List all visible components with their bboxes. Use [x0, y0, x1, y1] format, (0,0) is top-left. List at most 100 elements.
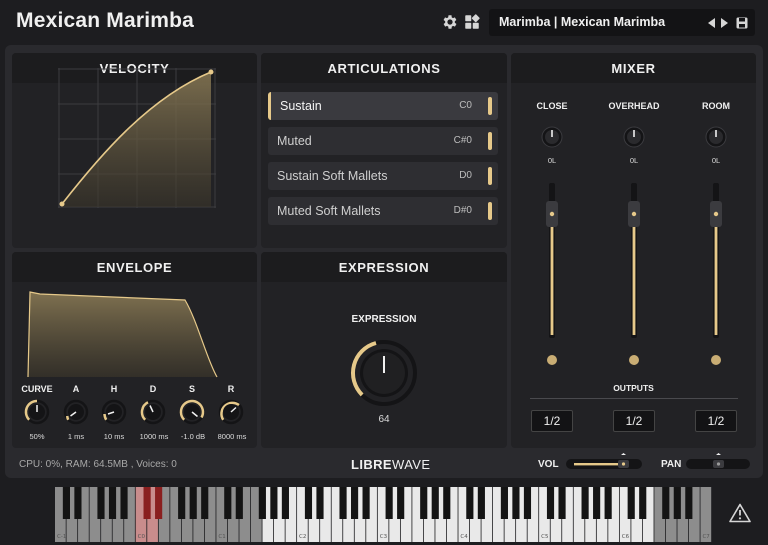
- mixer-title: MIXER: [511, 53, 756, 83]
- articulation-muted[interactable]: Muted C#0: [268, 127, 498, 155]
- logo-light: WAVE: [392, 457, 431, 472]
- articulation-sustain-soft-mallets[interactable]: Sustain Soft Mallets D0: [268, 162, 498, 190]
- room-pan-value: 0L: [711, 156, 721, 165]
- envelope-title: ENVELOPE: [12, 252, 257, 282]
- curve-knob[interactable]: [24, 399, 50, 425]
- black-key[interactable]: [523, 487, 532, 519]
- black-key[interactable]: [431, 487, 439, 519]
- envelope-panel: ENVELOPE CURVE A H D S R 50% 1 ms 10 ms …: [12, 252, 257, 448]
- articulation-sustain[interactable]: Sustain C0: [268, 92, 498, 120]
- black-key[interactable]: [604, 487, 612, 519]
- close-output-select[interactable]: 1/2: [531, 410, 573, 432]
- triangle-right-icon[interactable]: [717, 16, 731, 30]
- black-key[interactable]: [558, 487, 566, 519]
- black-key[interactable]: [74, 487, 82, 519]
- room-volume-fader[interactable]: [706, 183, 726, 338]
- black-key[interactable]: [120, 487, 128, 519]
- black-key[interactable]: [512, 487, 520, 519]
- overhead-mute-button[interactable]: [628, 354, 640, 366]
- black-key[interactable]: [235, 487, 243, 519]
- black-key[interactable]: [662, 487, 670, 519]
- room-pan-knob[interactable]: [704, 125, 728, 149]
- room-output-select[interactable]: 1/2: [695, 410, 737, 432]
- warning-icon[interactable]: [729, 503, 751, 523]
- black-key[interactable]: [466, 487, 474, 519]
- black-key[interactable]: [189, 487, 197, 519]
- black-key[interactable]: [178, 487, 186, 519]
- articulation-keyswitch: D0: [459, 170, 472, 181]
- black-key[interactable]: [143, 487, 151, 519]
- articulation-keyswitch: C#0: [453, 135, 472, 146]
- master-volume-slider[interactable]: [565, 453, 643, 473]
- black-key[interactable]: [500, 487, 508, 519]
- channel-overhead-label: OVERHEAD: [608, 101, 660, 111]
- master-pan-slider[interactable]: [685, 453, 751, 473]
- save-icon[interactable]: [735, 16, 749, 30]
- octave-label: C3: [380, 534, 388, 540]
- black-key[interactable]: [673, 487, 681, 519]
- release-knob[interactable]: [218, 399, 244, 425]
- release-value: 8000 ms: [217, 432, 247, 441]
- black-key[interactable]: [258, 487, 266, 519]
- decay-knob[interactable]: [140, 399, 166, 425]
- black-key[interactable]: [581, 487, 589, 519]
- sustain-label: S: [188, 384, 195, 394]
- articulation-indicator: [488, 97, 492, 115]
- black-key[interactable]: [201, 487, 209, 519]
- black-key[interactable]: [270, 487, 278, 519]
- black-key[interactable]: [339, 487, 347, 519]
- black-key[interactable]: [420, 487, 428, 519]
- brand-logo: LIBREWAVE: [351, 457, 430, 472]
- articulation-indicator: [488, 202, 492, 220]
- close-mute-button[interactable]: [546, 354, 558, 366]
- velocity-panel: VELOCITY: [12, 53, 257, 248]
- hold-knob[interactable]: [101, 399, 127, 425]
- velocity-curve-editor[interactable]: [58, 68, 216, 208]
- grid-icon[interactable]: [463, 13, 481, 31]
- channel-room-label: ROOM: [702, 101, 730, 111]
- app-title: Mexican Marimba: [16, 9, 195, 32]
- black-key[interactable]: [108, 487, 117, 519]
- piano-keyboard[interactable]: C-1 C0 C1 C2 C3 C4 C5 C6 C7: [55, 487, 712, 542]
- articulation-indicator: [488, 132, 492, 150]
- status-readout: CPU: 0%, RAM: 64.5MB , Voices: 0: [19, 459, 177, 470]
- octave-label: C0: [138, 534, 146, 540]
- overhead-pan-knob[interactable]: [622, 125, 646, 149]
- close-pan-knob[interactable]: [540, 125, 564, 149]
- mixer-panel: MIXER CLOSE OVERHEAD ROOM 0L 0L 0L OUTPU…: [511, 53, 756, 448]
- attack-knob[interactable]: [63, 399, 89, 425]
- black-key[interactable]: [385, 487, 393, 519]
- close-volume-fader[interactable]: [542, 183, 562, 338]
- logo-bold: LIBRE: [351, 457, 392, 472]
- black-key[interactable]: [397, 487, 405, 519]
- black-key[interactable]: [316, 487, 324, 519]
- articulation-label: Muted Soft Mallets: [277, 204, 381, 218]
- articulation-muted-soft-mallets[interactable]: Muted Soft Mallets D#0: [268, 197, 498, 225]
- gear-icon[interactable]: [441, 13, 459, 31]
- black-key[interactable]: [155, 487, 163, 519]
- overhead-output-select[interactable]: 1/2: [613, 410, 655, 432]
- preset-selector[interactable]: Marimba | Mexican Marimba: [489, 9, 755, 36]
- room-mute-button[interactable]: [710, 354, 722, 366]
- expression-knob[interactable]: [349, 338, 419, 408]
- black-key[interactable]: [224, 487, 232, 519]
- black-key[interactable]: [304, 487, 313, 519]
- black-key[interactable]: [351, 487, 359, 519]
- black-key[interactable]: [97, 487, 105, 519]
- envelope-graph[interactable]: [25, 290, 218, 378]
- sustain-knob[interactable]: [179, 399, 205, 425]
- black-key[interactable]: [639, 487, 647, 519]
- black-key[interactable]: [593, 487, 601, 519]
- main-area: VELOCITY ARTICULATIONS Sustain C0 Muted …: [5, 45, 763, 478]
- black-key[interactable]: [477, 487, 485, 519]
- overhead-volume-fader[interactable]: [624, 183, 644, 338]
- black-key[interactable]: [362, 487, 370, 519]
- black-key[interactable]: [627, 487, 635, 519]
- black-key[interactable]: [62, 487, 70, 519]
- articulations-panel: ARTICULATIONS Sustain C0 Muted C#0 Susta…: [261, 53, 507, 248]
- black-key[interactable]: [443, 487, 451, 519]
- curve-label: CURVE: [21, 384, 53, 394]
- black-key[interactable]: [546, 487, 555, 519]
- black-key[interactable]: [685, 487, 693, 519]
- black-key[interactable]: [281, 487, 289, 519]
